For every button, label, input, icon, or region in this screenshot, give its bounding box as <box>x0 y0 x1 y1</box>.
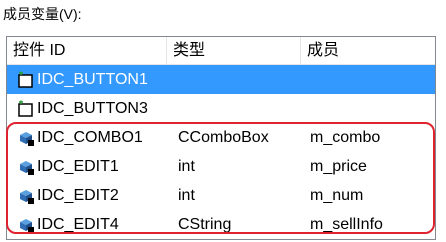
variable-bound-icon <box>20 190 34 204</box>
list-row-idc-button1[interactable]: IDC_BUTTON1 <box>7 65 435 94</box>
variable-bound-icon <box>20 132 34 146</box>
row-member: m_combo <box>310 129 381 146</box>
selection-highlight <box>167 65 435 94</box>
column-header-type[interactable]: 类型 <box>167 37 301 64</box>
variable-bound-icon <box>20 161 34 175</box>
row-id-cell: IDC_EDIT4 <box>7 210 167 239</box>
row-type: int <box>178 158 195 175</box>
row-id-cell: IDC_EDIT1 <box>7 152 167 181</box>
row-type: CComboBox <box>178 129 269 146</box>
button-control-icon <box>18 100 33 117</box>
row-id-cell: IDC_COMBO1 <box>7 123 167 152</box>
row-control-id: IDC_COMBO1 <box>37 129 143 146</box>
row-member: m_num <box>310 187 364 204</box>
member-variables-label: 成员变量(V): <box>3 6 82 22</box>
column-header-control-id[interactable]: 控件 ID <box>7 37 167 64</box>
row-type: int <box>178 187 195 204</box>
row-control-id: IDC_EDIT4 <box>37 216 119 233</box>
list-row-idc-button3[interactable]: IDC_BUTTON3 <box>7 94 435 123</box>
row-member: m_sellInfo <box>310 216 383 233</box>
row-id-cell: IDC_BUTTON3 <box>7 94 167 123</box>
row-control-id: IDC_BUTTON3 <box>37 100 148 117</box>
row-control-id: IDC_EDIT1 <box>37 158 119 175</box>
row-id-cell: IDC_BUTTON1 <box>7 65 167 94</box>
row-control-id: IDC_BUTTON1 <box>37 71 148 88</box>
list-row-idc-edit1[interactable]: IDC_EDIT1 int m_price <box>7 152 435 181</box>
button-control-icon <box>18 71 33 88</box>
member-variables-list[interactable]: 控件 ID 类型 成员 IDC_BUTTON1 IDC_BUTTON3 IDC_… <box>6 36 436 240</box>
column-header-member[interactable]: 成员 <box>301 37 437 64</box>
list-row-idc-combo1[interactable]: IDC_COMBO1 CComboBox m_combo <box>7 123 435 152</box>
row-type: CString <box>178 216 232 233</box>
row-id-cell: IDC_EDIT2 <box>7 181 167 210</box>
list-header: 控件 ID 类型 成员 <box>7 37 435 65</box>
row-control-id: IDC_EDIT2 <box>37 187 119 204</box>
row-member: m_price <box>310 158 367 175</box>
list-row-idc-edit4[interactable]: IDC_EDIT4 CString m_sellInfo <box>7 210 435 239</box>
variable-bound-icon <box>20 219 34 233</box>
list-row-idc-edit2[interactable]: IDC_EDIT2 int m_num <box>7 181 435 210</box>
